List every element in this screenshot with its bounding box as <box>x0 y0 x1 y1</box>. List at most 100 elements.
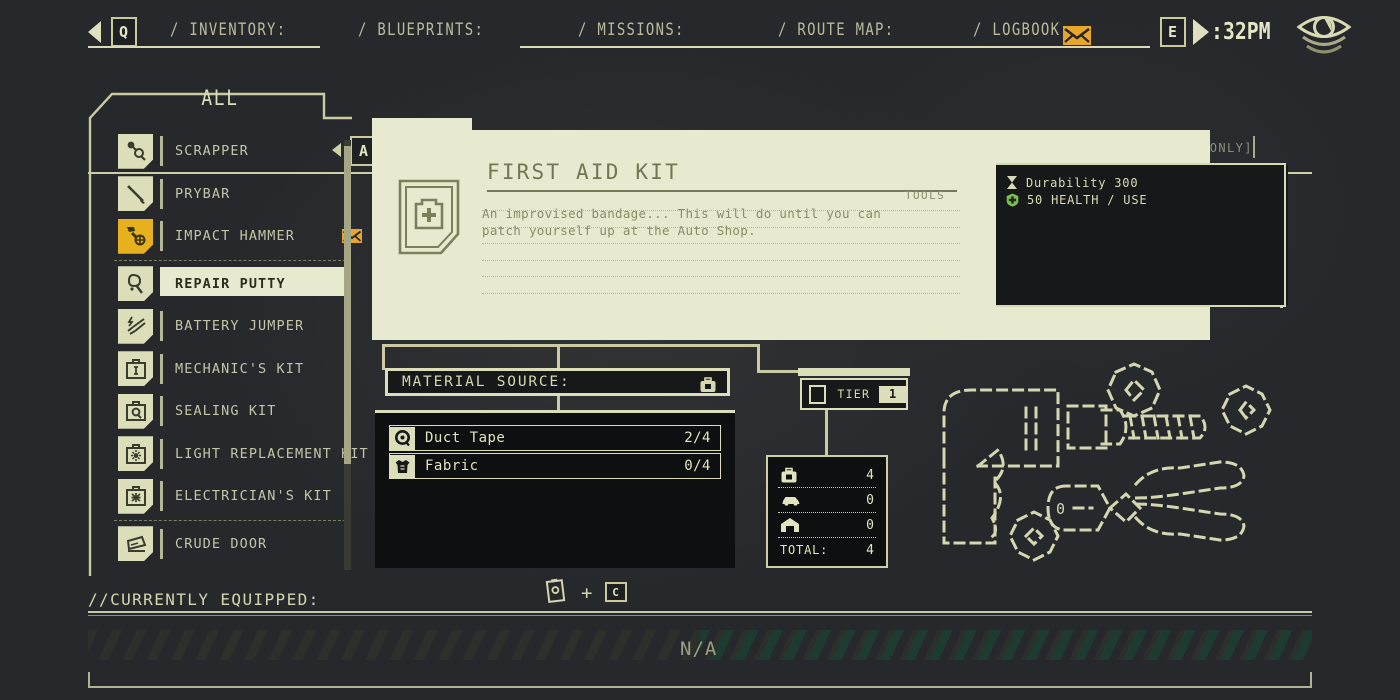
nav-tab-inventory[interactable]: / INVENTORY: <box>170 20 286 40</box>
play-triangle-icon[interactable] <box>1193 19 1209 45</box>
sealing-kit-icon <box>118 393 153 429</box>
backpack-icon[interactable] <box>699 376 717 398</box>
sidebar-item-divider <box>160 481 163 512</box>
total-label: TOTAL: <box>780 543 829 557</box>
sidebar-scrollbar-thumb[interactable] <box>344 146 351 464</box>
nav-underline-right <box>520 46 1150 48</box>
electricians-kit-icon <box>118 478 153 514</box>
sidebar-item-divider <box>160 528 163 559</box>
envelope-icon[interactable] <box>1063 26 1091 49</box>
count-value: 0 <box>866 517 874 533</box>
bottom-tick-right <box>1310 672 1312 688</box>
equipped-empty-label: N/A <box>680 638 718 660</box>
sidebar-item-battery-jumper[interactable]: BATTERY JUMPER <box>110 305 350 348</box>
time-key-hint[interactable]: E <box>1160 17 1186 47</box>
sidebar-item-divider <box>160 311 163 342</box>
duct-tape-icon <box>390 426 415 450</box>
sidebar-separator <box>114 519 346 521</box>
title-rule <box>487 190 957 192</box>
sidebar-item-label: REPAIR PUTTY <box>175 275 286 292</box>
top-navigation: Q / INVENTORY: / BLUEPRINTS: / MISSIONS:… <box>0 0 1400 62</box>
currently-equipped-title: //CURRENTLY EQUIPPED: <box>88 590 320 609</box>
tier-panel-cap <box>798 368 910 376</box>
material-row-fabric[interactable]: Fabric 0/4 <box>389 453 721 479</box>
item-description: An improvised bandage... This will do un… <box>482 206 882 238</box>
sidebar-item-mechanics-kit[interactable]: MECHANIC'S KIT <box>110 348 350 391</box>
sidebar-item-label: LIGHT REPLACEMENT KIT <box>175 445 369 462</box>
game-clock: :32PM <box>1211 19 1271 45</box>
first-aid-kit-icon <box>397 178 461 256</box>
fabric-icon <box>390 454 415 478</box>
stat-durability-text: Durability 300 <box>1026 175 1139 190</box>
material-source-header[interactable]: MATERIAL SOURCE: <box>385 368 730 396</box>
sidebar-item-divider <box>160 178 163 209</box>
connector-tier-vert <box>757 344 760 372</box>
sidebar-item-light-replacement-kit[interactable]: LIGHT REPLACEMENT KIT <box>110 433 368 476</box>
sidebar-item-label: SCRAPPER <box>175 143 249 160</box>
material-quantity: 2/4 <box>684 430 711 446</box>
craft-plus-symbol: + <box>581 582 593 604</box>
impact-hammer-icon <box>118 218 153 254</box>
material-row-duct-tape[interactable]: Duct Tape 2/4 <box>389 425 721 451</box>
sidebar-item-sealing-kit[interactable]: SEALING KIT <box>110 390 350 433</box>
equipped-empty-hatch-accent <box>700 630 1312 660</box>
count-value: 4 <box>866 467 874 483</box>
nav-underline-left <box>88 46 320 48</box>
tier-panel: TIER 1 <box>800 378 908 410</box>
sidebar-item-divider <box>160 221 163 252</box>
svg-text:0: 0 <box>1056 500 1065 518</box>
count-row-garage: 0 <box>768 513 886 537</box>
sidebar-item-impact-hammer[interactable]: IMPACT HAMMER <box>110 215 362 258</box>
sidebar-item-divider <box>160 353 163 384</box>
nav-tab-logbook[interactable]: / LOGBOOK: <box>973 20 1070 40</box>
equipped-rule-bottom <box>88 615 1312 616</box>
nav-tab-missions[interactable]: / MISSIONS: <box>578 20 685 40</box>
page-title: FIRST AID KIT <box>487 160 680 184</box>
sidebar-item-label: MECHANIC'S KIT <box>175 360 305 377</box>
back-arrow-icon[interactable] <box>88 21 101 43</box>
material-name: Fabric <box>425 458 479 474</box>
stat-health-text: 50 HEALTH / USE <box>1027 192 1148 207</box>
blueprint-schematic-art: 0 <box>930 358 1280 577</box>
mechanics-kit-icon <box>118 351 153 387</box>
sidebar-item-repair-putty[interactable]: REPAIR PUTTY <box>110 263 350 306</box>
blueprints-screen: Q / INVENTORY: / BLUEPRINTS: / MISSIONS:… <box>0 0 1400 700</box>
backpack-icon <box>781 467 797 482</box>
sidebar-item-label: PRYBAR <box>175 185 231 202</box>
clipboard-icon[interactable] <box>545 578 567 608</box>
count-row-total: TOTAL: 4 <box>768 538 886 562</box>
hourglass-icon <box>1007 176 1017 189</box>
sidebar-item-prybar[interactable]: PRYBAR <box>110 173 350 216</box>
stat-health: 50 HEALTH / USE <box>1006 191 1284 208</box>
tier-value: 1 <box>879 385 906 403</box>
sidebar-item-divider <box>160 396 163 427</box>
sidebar-item-divider <box>160 136 163 167</box>
eye-logo-icon <box>1293 10 1355 66</box>
nav-tab-blueprints[interactable]: / BLUEPRINTS: <box>358 20 484 40</box>
sidebar-item-electricians-kit[interactable]: ELECTRICIAN'S KIT <box>110 475 350 518</box>
garage-icon <box>781 518 799 532</box>
equipped-rule-top <box>88 611 1312 613</box>
repair-putty-icon <box>118 266 153 302</box>
tier-checkbox[interactable] <box>809 384 827 404</box>
nav-tab-route-map[interactable]: / ROUTE MAP: <box>778 20 894 40</box>
storage-counts-panel: 4 0 0 TOTAL: 4 <box>766 455 888 568</box>
scrapper-icon <box>118 133 153 169</box>
item-category-label: TOOLS <box>905 189 946 202</box>
sidebar-item-label: IMPACT HAMMER <box>175 228 295 245</box>
sidebar-item-list[interactable]: SCRAPPER PRYBAR IMPACT HAMMER REPAIR PUT… <box>110 130 368 575</box>
sidebar-item-label: ELECTRICIAN'S KIT <box>175 488 332 505</box>
bottom-rule <box>88 686 1312 688</box>
sidebar-item-crude-door[interactable]: CRUDE DOOR <box>110 523 350 566</box>
craft-key-hint[interactable]: C <box>605 582 627 602</box>
stat-durability: Durability 300 <box>1006 174 1284 191</box>
material-quantity: 0/4 <box>684 458 711 474</box>
sidebar-item-scrapper[interactable]: SCRAPPER <box>110 130 350 173</box>
count-row-backpack: 4 <box>768 463 886 487</box>
sidebar-filter-tab[interactable]: ALL <box>169 86 271 110</box>
count-row-car: 0 <box>768 488 886 512</box>
sidebar-item-divider <box>160 438 163 469</box>
material-source-title: MATERIAL SOURCE: <box>402 374 571 390</box>
connector-ms-vert-left <box>382 344 385 370</box>
back-key-hint[interactable]: Q <box>111 17 137 47</box>
